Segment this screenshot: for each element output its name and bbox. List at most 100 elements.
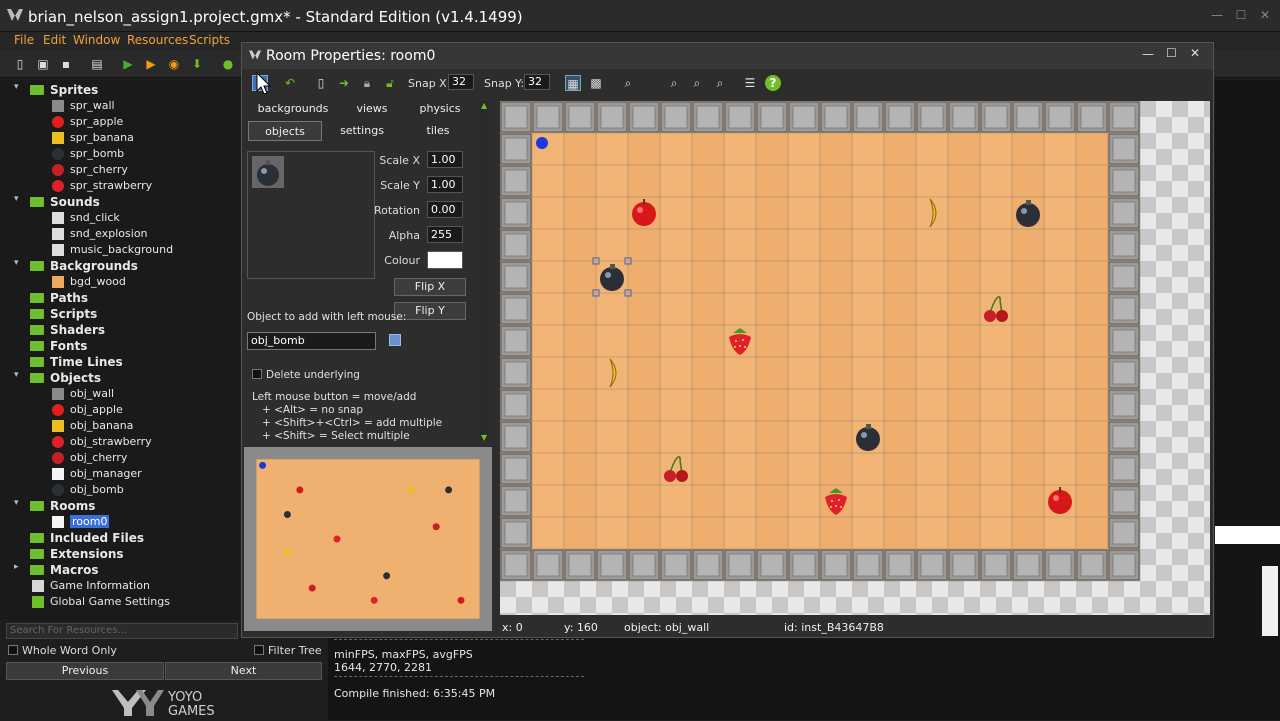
checkbox-icon[interactable] [254, 645, 264, 655]
tab-objects[interactable]: objects [248, 121, 322, 141]
tree-item-game-information[interactable]: Game Information [0, 578, 240, 594]
tree-item-music_background[interactable]: music_background [0, 242, 240, 258]
filter-tree-checkbox[interactable]: Filter Tree [254, 644, 322, 660]
whole-word-checkbox[interactable]: Whole Word Only [8, 644, 117, 660]
tree-folder-sounds[interactable]: ▾ Sounds [0, 194, 240, 210]
run-icon[interactable]: ▶ [120, 56, 136, 72]
tree-item-obj_wall[interactable]: obj_wall [0, 386, 240, 402]
left-panel-scrollbar[interactable]: ▲ ▼ [479, 101, 489, 442]
minimize-icon[interactable]: — [1142, 47, 1154, 61]
snap-x-input[interactable]: 32 [448, 74, 474, 90]
tree-folder-backgrounds[interactable]: ▾ Backgrounds [0, 258, 240, 274]
expander-icon[interactable]: ▾ [14, 498, 24, 508]
scale-y-input[interactable]: 1.00 [427, 176, 463, 193]
grid-icon[interactable]: ▦ [565, 75, 581, 91]
minimize-icon[interactable]: — [1206, 8, 1228, 22]
tree-item-snd_click[interactable]: snd_click [0, 210, 240, 226]
tree-folder-sprites[interactable]: ▾ Sprites [0, 82, 240, 98]
tree-item-spr_wall[interactable]: spr_wall [0, 98, 240, 114]
search-input[interactable]: Search For Resources... [6, 623, 238, 639]
checkbox-icon[interactable] [8, 645, 18, 655]
tree-item-global-game-settings[interactable]: Global Game Settings [0, 594, 240, 610]
isometric-grid-icon[interactable]: ▩ [588, 75, 604, 91]
undo-icon[interactable]: ↶ [282, 75, 298, 91]
tree-item-snd_explosion[interactable]: snd_explosion [0, 226, 240, 242]
tree-folder-fonts[interactable]: Fonts [0, 338, 240, 354]
tree-item-obj_manager[interactable]: obj_manager [0, 466, 240, 482]
menu-scripts[interactable]: Scripts [189, 33, 230, 47]
tree-folder-paths[interactable]: Paths [0, 290, 240, 306]
tree-item-obj_bomb[interactable]: obj_bomb [0, 482, 240, 498]
object-to-add-field[interactable]: obj_bomb [247, 332, 376, 350]
tree-item-spr_bomb[interactable]: spr_bomb [0, 146, 240, 162]
tab-physics[interactable]: physics [412, 99, 468, 119]
object-preview[interactable] [247, 151, 375, 279]
open-icon[interactable]: ▣ [35, 56, 51, 72]
object-menu-icon[interactable] [389, 334, 401, 346]
rotation-input[interactable]: 0.00 [427, 201, 463, 218]
tab-tiles[interactable]: tiles [414, 121, 462, 141]
tree-folder-objects[interactable]: ▾ Objects [0, 370, 240, 386]
lock-icon[interactable]: 🔒︎ [359, 75, 375, 91]
clear-icon[interactable]: ▯ [313, 75, 329, 91]
tab-settings[interactable]: settings [332, 121, 392, 141]
expander-icon[interactable]: ▾ [14, 82, 24, 92]
room-editor-canvas[interactable] [500, 101, 1210, 615]
zoom-options-icon[interactable]: ⌕ [620, 75, 636, 91]
colour-swatch[interactable] [427, 251, 463, 269]
room-minimap[interactable] [244, 447, 492, 631]
maximize-icon[interactable]: ☐ [1230, 8, 1252, 22]
menu-window[interactable]: Window [73, 33, 120, 47]
unlock-icon[interactable]: 🔓︎ [382, 75, 398, 91]
scroll-up-icon[interactable]: ▲ [481, 101, 487, 110]
tree-item-spr_apple[interactable]: spr_apple [0, 114, 240, 130]
close-icon[interactable]: ✕ [1190, 46, 1200, 60]
menu-file[interactable]: File [14, 33, 34, 47]
expander-icon[interactable]: ▾ [14, 258, 24, 268]
zoom-out-icon[interactable]: ⌕ [689, 75, 705, 91]
tree-item-room0[interactable]: room0 [0, 514, 240, 530]
shift-icon[interactable]: ➜ [336, 75, 352, 91]
scale-x-input[interactable]: 1.00 [427, 151, 463, 168]
checkbox-icon[interactable] [252, 369, 262, 379]
flip-x-button[interactable]: Flip X [394, 278, 466, 296]
zoom-reset-icon[interactable]: ⌕ [712, 75, 728, 91]
tab-views[interactable]: views [342, 99, 402, 119]
expander-icon[interactable]: ▸ [14, 562, 24, 572]
tree-item-obj_banana[interactable]: obj_banana [0, 418, 240, 434]
tree-item-bgd_wood[interactable]: bgd_wood [0, 274, 240, 290]
close-icon[interactable]: ✕ [1254, 8, 1276, 22]
tree-item-spr_strawberry[interactable]: spr_strawberry [0, 178, 240, 194]
new-icon[interactable]: ▯ [12, 56, 28, 72]
next-button[interactable]: Next [165, 662, 322, 680]
list-icon[interactable]: ☰ [742, 75, 758, 91]
sprite-icon[interactable]: ● [220, 56, 236, 72]
export-icon[interactable]: ▤ [89, 56, 105, 72]
stop-icon[interactable]: ◉ [166, 56, 182, 72]
zoom-in-icon[interactable]: ⌕ [666, 75, 682, 91]
scroll-down-icon[interactable]: ▼ [481, 433, 487, 442]
tab-backgrounds[interactable]: backgrounds [250, 99, 336, 119]
help-icon[interactable]: ? [765, 75, 781, 91]
tree-folder-included-files[interactable]: Included Files [0, 530, 240, 546]
debug-icon[interactable]: ▶ [143, 56, 159, 72]
delete-underlying-checkbox[interactable]: Delete underlying [252, 369, 360, 381]
snap-y-input[interactable]: 32 [524, 74, 550, 90]
clean-icon[interactable]: ⬇ [189, 56, 205, 72]
tree-item-obj_strawberry[interactable]: obj_strawberry [0, 434, 240, 450]
menu-resources[interactable]: Resources [127, 33, 188, 47]
right-input-box[interactable] [1215, 526, 1280, 544]
previous-button[interactable]: Previous [6, 662, 164, 680]
tree-folder-rooms[interactable]: ▾ Rooms [0, 498, 240, 514]
tree-item-obj_cherry[interactable]: obj_cherry [0, 450, 240, 466]
tree-folder-shaders[interactable]: Shaders [0, 322, 240, 338]
tree-folder-scripts[interactable]: Scripts [0, 306, 240, 322]
tree-item-spr_banana[interactable]: spr_banana [0, 130, 240, 146]
tree-folder-macros[interactable]: ▸ Macros [0, 562, 240, 578]
menu-edit[interactable]: Edit [43, 33, 66, 47]
maximize-icon[interactable]: ☐ [1166, 46, 1177, 60]
tree-item-spr_cherry[interactable]: spr_cherry [0, 162, 240, 178]
tree-folder-extensions[interactable]: Extensions [0, 546, 240, 562]
save-icon[interactable]: ▪ [58, 56, 74, 72]
expander-icon[interactable]: ▾ [14, 194, 24, 204]
